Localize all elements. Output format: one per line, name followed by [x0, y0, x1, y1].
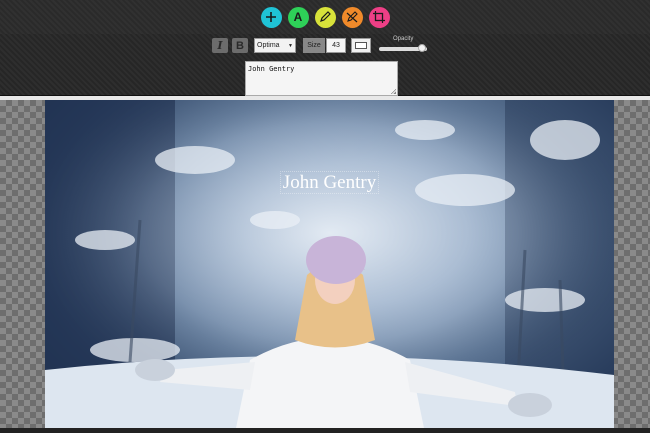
opacity-label: Opacity — [393, 36, 414, 42]
chevron-down-icon: ▼ — [288, 43, 293, 49]
erase-tool-button[interactable] — [341, 6, 363, 28]
resize-grip-icon[interactable] — [391, 89, 396, 94]
crop-tool-button[interactable] — [368, 6, 390, 28]
font-select-value: Optima — [257, 42, 280, 49]
text-tool-button[interactable]: A — [287, 6, 309, 28]
draw-tool-button[interactable] — [314, 6, 336, 28]
pencil-icon — [320, 11, 331, 22]
text-color-swatch — [355, 42, 367, 49]
crop-icon — [373, 11, 385, 23]
text-content-value: John Gentry — [248, 65, 295, 73]
winter-photo-illustration — [45, 100, 614, 433]
tool-bar: A — [0, 0, 650, 34]
font-select[interactable]: Optima ▼ — [254, 38, 296, 53]
no-draw-icon — [346, 11, 358, 23]
photo-image[interactable]: John Gentry — [45, 100, 614, 433]
overlay-text: John Gentry — [279, 171, 380, 194]
size-label: Size — [303, 38, 325, 53]
add-tool-button[interactable] — [260, 6, 282, 28]
plus-icon — [266, 12, 276, 22]
editor-canvas[interactable]: John Gentry — [0, 100, 650, 433]
size-input[interactable]: 43 — [326, 38, 346, 53]
text-a-icon: A — [293, 10, 303, 24]
text-color-picker[interactable] — [351, 38, 371, 53]
text-content-input[interactable]: John Gentry — [245, 61, 398, 96]
bold-button[interactable]: B — [232, 38, 248, 53]
overlay-text-layer[interactable]: John Gentry — [45, 171, 614, 194]
bottom-bar — [0, 428, 650, 433]
text-options-panel: I B Optima ▼ Size 43 Opacity John Gentry — [0, 34, 650, 96]
italic-button[interactable]: I — [212, 38, 228, 53]
image-editor: A I B Optima ▼ Size 43 Opacity John Gent… — [0, 0, 650, 433]
